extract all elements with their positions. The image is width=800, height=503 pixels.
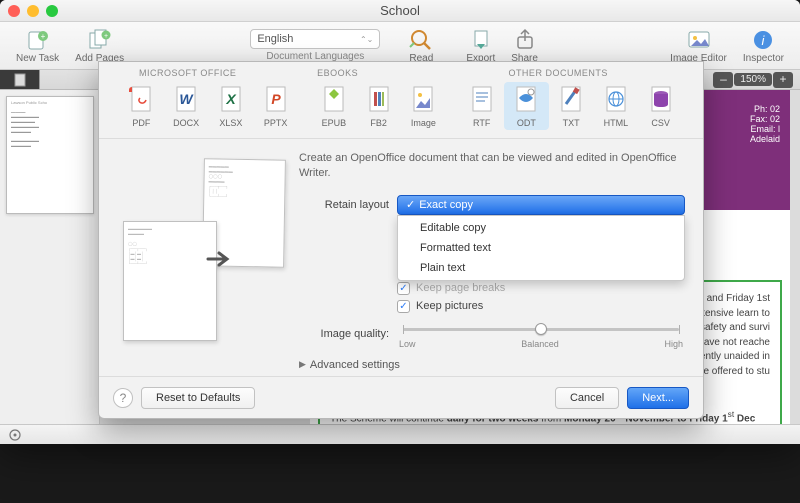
language-selector[interactable]: English⌃⌄ Document Languages bbox=[250, 29, 380, 62]
export-button[interactable]: Export bbox=[460, 25, 501, 66]
arrow-icon bbox=[205, 246, 231, 272]
svg-text:+: + bbox=[104, 33, 108, 40]
page-thumbnail[interactable]: Lawson Public Scho━━━━━━▬▬▬▬▬▬▬▬▬▬▬▬▬▬▬▬… bbox=[6, 96, 94, 214]
new-task-icon: + bbox=[25, 27, 51, 53]
retain-layout-dropdown[interactable]: ✓Exact copy Editable copy Formatted text… bbox=[397, 195, 685, 215]
svg-text:W: W bbox=[179, 91, 194, 107]
format-html[interactable]: HTML bbox=[594, 82, 639, 130]
checkbox-icon: ✓ bbox=[397, 282, 410, 295]
close-window-button[interactable] bbox=[8, 5, 20, 17]
format-pdf[interactable]: PDF bbox=[119, 82, 164, 130]
add-pages-button[interactable]: + Add Pages bbox=[69, 25, 130, 66]
format-csv[interactable]: CSV bbox=[638, 82, 683, 130]
format-fb2[interactable]: FB2 bbox=[356, 82, 401, 130]
thumbnail-panel: Lawson Public Scho━━━━━━▬▬▬▬▬▬▬▬▬▬▬▬▬▬▬▬… bbox=[0, 90, 100, 444]
inspector-icon: i bbox=[750, 27, 776, 53]
image-quality-label: Image quality: bbox=[299, 328, 389, 340]
format-row: PDF WDOCX XXLSX PPPTX EPUB FB2 Image RTF… bbox=[99, 78, 703, 139]
keep-page-breaks-checkbox: ✓ Keep page breaks bbox=[397, 282, 685, 295]
read-button[interactable]: Read bbox=[402, 25, 440, 66]
reset-defaults-button[interactable]: Reset to Defaults bbox=[141, 387, 255, 409]
status-bar bbox=[0, 424, 800, 444]
share-icon bbox=[512, 27, 538, 53]
image-editor-button[interactable]: Image Editor bbox=[664, 25, 733, 66]
checkmark-icon: ✓ bbox=[406, 198, 415, 211]
new-task-button[interactable]: + New Task bbox=[10, 25, 65, 66]
conversion-preview: ▬▬▬▬▬▬▬▬▬▬▬◯◯◯▬▬▬▬┌──┬──┐│ │ │└──┴──┘ ▬▬… bbox=[117, 151, 287, 331]
retain-layout-menu: Editable copy Formatted text Plain text bbox=[397, 215, 685, 281]
page-icon bbox=[14, 73, 26, 87]
minimize-window-button[interactable] bbox=[27, 5, 39, 17]
traffic-lights bbox=[8, 5, 58, 17]
retain-option-editable[interactable]: Editable copy bbox=[398, 218, 684, 238]
export-options: Create an OpenOffice document that can b… bbox=[299, 151, 685, 371]
window-title: School bbox=[380, 3, 420, 18]
next-button[interactable]: Next... bbox=[627, 387, 689, 409]
keep-pictures-checkbox[interactable]: ✓ Keep pictures bbox=[397, 300, 685, 313]
checkbox-icon: ✓ bbox=[397, 300, 410, 313]
retain-option-plain[interactable]: Plain text bbox=[398, 258, 684, 278]
share-button[interactable]: Share bbox=[505, 25, 544, 66]
zoom-controls: – 150% + bbox=[712, 70, 800, 89]
zoom-window-button[interactable] bbox=[46, 5, 58, 17]
svg-text:X: X bbox=[225, 91, 237, 107]
format-docx[interactable]: WDOCX bbox=[164, 82, 209, 130]
cancel-button[interactable]: Cancel bbox=[555, 387, 619, 409]
format-description: Create an OpenOffice document that can b… bbox=[299, 151, 685, 181]
help-button[interactable]: ? bbox=[113, 388, 133, 408]
add-pages-icon: + bbox=[87, 27, 113, 53]
svg-text:P: P bbox=[271, 91, 281, 107]
format-rtf[interactable]: RTF bbox=[459, 82, 504, 130]
format-odt[interactable]: ODT bbox=[504, 82, 549, 130]
format-xlsx[interactable]: XXLSX bbox=[208, 82, 253, 130]
inspector-button[interactable]: i Inspector bbox=[737, 25, 790, 66]
format-epub[interactable]: EPUB bbox=[312, 82, 357, 130]
gear-icon[interactable] bbox=[8, 428, 22, 442]
sheet-footer: ? Reset to Defaults Cancel Next... bbox=[99, 376, 703, 418]
zoom-value[interactable]: 150% bbox=[734, 73, 772, 86]
export-icon bbox=[468, 27, 494, 53]
disclosure-triangle-icon: ▶ bbox=[299, 359, 306, 370]
format-txt[interactable]: TXT bbox=[549, 82, 594, 130]
zoom-in-button[interactable]: + bbox=[773, 72, 793, 88]
read-icon bbox=[408, 27, 434, 53]
slider-knob[interactable] bbox=[535, 323, 547, 335]
svg-text:+: + bbox=[40, 32, 45, 41]
format-pptx[interactable]: PPPTX bbox=[253, 82, 298, 130]
document-tab[interactable] bbox=[0, 70, 40, 89]
image-quality-slider[interactable] bbox=[403, 321, 679, 337]
retain-option-formatted[interactable]: Formatted text bbox=[398, 238, 684, 258]
advanced-settings-toggle[interactable]: ▶ Advanced settings bbox=[299, 359, 685, 371]
titlebar: School bbox=[0, 0, 800, 22]
image-editor-icon bbox=[686, 27, 712, 53]
format-categories: MICROSOFT OFFICE EBOOKS OTHER DOCUMENTS bbox=[99, 62, 703, 78]
retain-layout-label: Retain layout bbox=[299, 199, 389, 211]
export-sheet: MICROSOFT OFFICE EBOOKS OTHER DOCUMENTS … bbox=[98, 61, 704, 419]
format-image[interactable]: Image bbox=[401, 82, 446, 130]
zoom-out-button[interactable]: – bbox=[713, 72, 733, 88]
chevron-updown-icon: ⌃⌄ bbox=[360, 35, 373, 44]
